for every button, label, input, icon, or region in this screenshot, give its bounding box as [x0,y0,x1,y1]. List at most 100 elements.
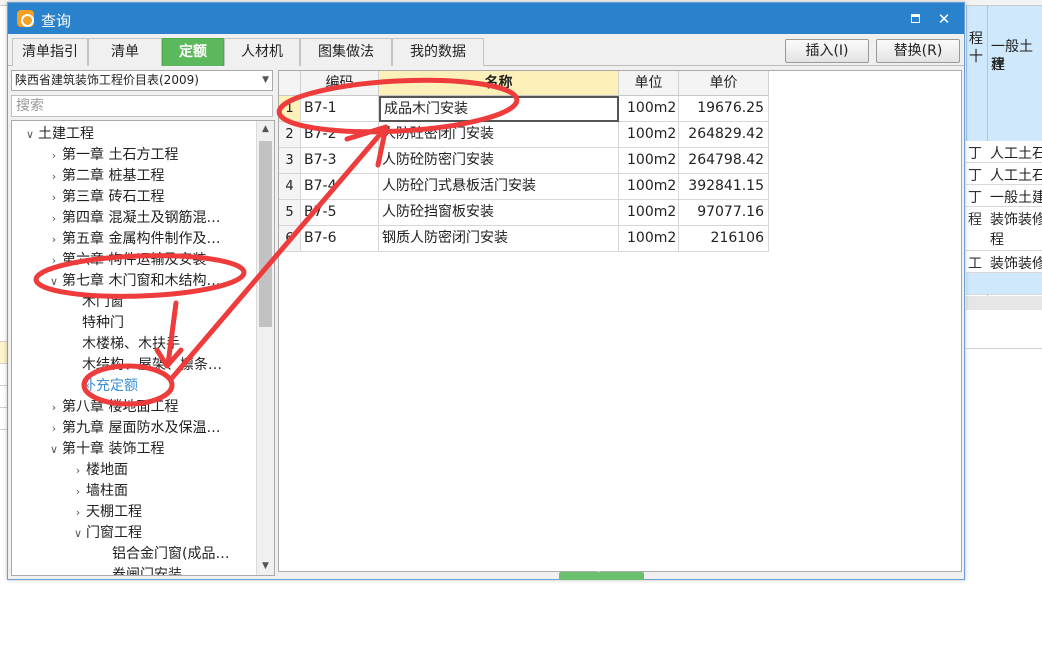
search-input[interactable] [11,95,273,117]
chevron-right-icon[interactable]: › [46,187,62,208]
price-cell[interactable]: 392841.15 [679,174,769,200]
price-cell[interactable]: 264798.42 [679,148,769,174]
tree-item[interactable]: › 第三章 砖石工程 [12,187,256,208]
header-unit[interactable]: 单位 [619,71,679,96]
name-cell[interactable]: 人防砼门式悬板活门安装 [379,174,619,200]
tree-item[interactable]: › 第四章 混凝土及钢筋混… [12,208,256,229]
tab-my-data[interactable]: 我的数据 [392,38,484,66]
row-number-cell[interactable]: 6 [279,226,301,252]
maximize-button[interactable] [904,8,926,30]
tab-bill-guide[interactable]: 清单指引 [12,38,88,66]
chevron-down-icon[interactable]: ∨ [22,124,38,145]
unit-cell[interactable]: 100m2 [619,200,679,226]
background-cell: 装饰装修 [990,256,1042,272]
tree-item[interactable]: › 墙柱面 [12,481,256,502]
name-cell[interactable]: 人防砼防密门安装 [379,148,619,174]
tab-labor-material-machine[interactable]: 人材机 [224,38,300,66]
name-cell[interactable]: 钢质人防密闭门安装 [379,226,619,252]
chevron-down-icon[interactable]: ∨ [46,439,62,460]
chevron-right-icon[interactable]: › [46,145,62,166]
chevron-right-icon[interactable]: › [70,460,86,481]
scroll-down-icon[interactable]: ▼ [257,558,274,575]
bg-header-col1b: 十 [969,49,983,65]
chevron-down-icon[interactable]: ∨ [46,271,62,292]
row-number-cell[interactable]: 1 [279,96,301,122]
table-row[interactable]: 2 B7-2 人防砼密闭门安装 100m2 264829.42 [279,122,769,148]
chevron-right-icon[interactable]: › [46,418,62,439]
chevron-right-icon[interactable]: › [46,208,62,229]
tab-atlas-method[interactable]: 图集做法 [300,38,392,66]
price-cell[interactable]: 97077.16 [679,200,769,226]
tree-item[interactable]: 木楼梯、木扶手 [12,334,256,355]
code-cell[interactable]: B7-4 [301,174,379,200]
tab-bill[interactable]: 清单 [88,38,162,66]
catalog-select[interactable]: 陕西省建筑装饰工程价目表(2009) ▼ [11,70,273,91]
table-row[interactable]: 5 B7-5 人防砼挡窗板安装 100m2 97077.16 [279,200,769,226]
price-cell[interactable]: 19676.25 [679,96,769,122]
tree-item-label: 第五章 金属构件制作及… [62,231,221,247]
chevron-right-icon[interactable]: › [46,166,62,187]
insert-button[interactable]: 插入(I) [785,39,869,63]
scrollbar-thumb[interactable] [259,141,272,327]
tree-item[interactable]: › 第一章 土石方工程 [12,145,256,166]
table-row[interactable]: 6 B7-6 钢质人防密闭门安装 100m2 216106 [279,226,769,252]
tab-quota[interactable]: 定额 [162,38,224,66]
tree-item[interactable]: › 第八章 楼地面工程 [12,397,256,418]
tree-item[interactable]: › 第六章 构件运输及安装 [12,250,256,271]
scroll-up-icon[interactable]: ▲ [257,121,274,138]
tree-item[interactable]: 特种门 [12,313,256,334]
unit-cell[interactable]: 100m2 [619,226,679,252]
tree-item[interactable]: 木结构、屋架、檩条… [12,355,256,376]
tree-item[interactable]: ∨ 第十章 装饰工程 [12,439,256,460]
background-divider [966,348,1042,349]
name-cell[interactable]: 成品木门安装 [379,96,619,122]
dialog-titlebar[interactable]: 查询 ✕ [8,3,964,34]
tree-item[interactable]: 铝合金门窗(成品… [12,544,256,565]
tree-item[interactable]: › 第五章 金属构件制作及… [12,229,256,250]
row-number-cell[interactable]: 3 [279,148,301,174]
name-cell[interactable]: 人防砼挡窗板安装 [379,200,619,226]
tree-item[interactable]: 补充定额 [12,376,256,397]
close-button[interactable]: ✕ [933,8,955,30]
unit-cell[interactable]: 100m2 [619,122,679,148]
table-row[interactable]: 3 B7-3 人防砼防密门安装 100m2 264798.42 [279,148,769,174]
name-cell[interactable]: 人防砼密闭门安装 [379,122,619,148]
price-cell[interactable]: 264829.42 [679,122,769,148]
unit-cell[interactable]: 100m2 [619,174,679,200]
row-number-cell[interactable]: 4 [279,174,301,200]
code-cell[interactable]: B7-5 [301,200,379,226]
tree-scrollbar[interactable]: ▲ ▼ [256,121,274,575]
unit-cell[interactable]: 100m2 [619,148,679,174]
chevron-down-icon[interactable]: ∨ [70,523,86,544]
tree-item[interactable]: 卷闸门安装 [12,565,256,575]
tree-item[interactable]: ∨ 第七章 木门窗和木结构… [12,271,256,292]
tree-item[interactable]: › 第九章 屋面防水及保温… [12,418,256,439]
tree-item[interactable]: › 第二章 桩基工程 [12,166,256,187]
chevron-right-icon[interactable]: › [70,502,86,523]
tree-item[interactable]: › 天棚工程 [12,502,256,523]
code-cell[interactable]: B7-3 [301,148,379,174]
table-row[interactable]: 1 B7-1 成品木门安装 100m2 19676.25 [279,96,769,122]
tree-item[interactable]: 木门窗 [12,292,256,313]
chevron-right-icon[interactable]: › [46,250,62,271]
chevron-right-icon[interactable]: › [70,481,86,502]
code-cell[interactable]: B7-6 [301,226,379,252]
unit-cell[interactable]: 100m2 [619,96,679,122]
tree-item[interactable]: ∨ 门窗工程 [12,523,256,544]
table-row[interactable]: 4 B7-4 人防砼门式悬板活门安装 100m2 392841.15 [279,174,769,200]
chevron-right-icon[interactable]: › [46,397,62,418]
code-cell[interactable]: B7-1 [301,96,379,122]
tree-item-label: 第八章 楼地面工程 [62,399,179,415]
price-cell[interactable]: 216106 [679,226,769,252]
tree-item[interactable]: ∨ 土建工程 [12,124,256,145]
panel-splitter[interactable]: ⌃ [559,569,644,580]
row-number-cell[interactable]: 2 [279,122,301,148]
row-number-cell[interactable]: 5 [279,200,301,226]
header-name[interactable]: 名称 [379,71,619,96]
header-code[interactable]: 编码 [301,71,379,96]
tree-item[interactable]: › 楼地面 [12,460,256,481]
header-price[interactable]: 单价 [679,71,769,96]
replace-button[interactable]: 替换(R) [876,39,960,63]
chevron-right-icon[interactable]: › [46,229,62,250]
code-cell[interactable]: B7-2 [301,122,379,148]
